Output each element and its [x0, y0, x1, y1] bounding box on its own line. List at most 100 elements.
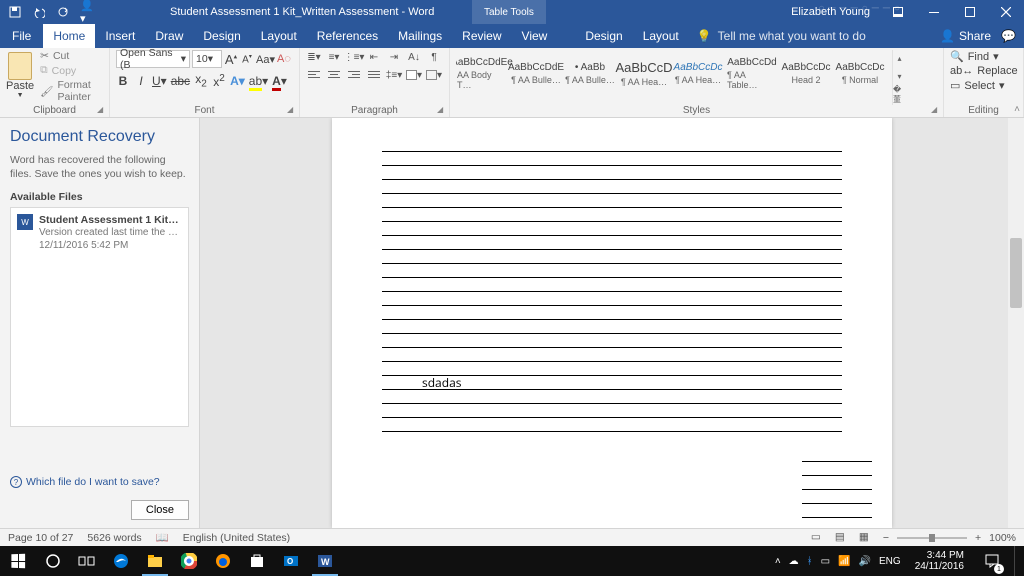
- input-language[interactable]: ENG: [879, 556, 901, 567]
- paste-button[interactable]: Paste ▼: [6, 50, 34, 99]
- word-icon[interactable]: W: [308, 546, 342, 576]
- tab-view[interactable]: View: [512, 24, 558, 48]
- bullets-icon[interactable]: ≣▾: [306, 50, 322, 64]
- comments-icon[interactable]: 💬: [1001, 29, 1016, 43]
- align-right-icon[interactable]: [346, 68, 362, 82]
- tab-draw[interactable]: Draw: [145, 24, 193, 48]
- styles-up-icon[interactable]: ▴: [893, 50, 906, 68]
- paragraph-launcher-icon[interactable]: ◢: [437, 105, 447, 115]
- scrollbar-thumb[interactable]: [1010, 238, 1022, 308]
- numbering-icon[interactable]: ≡▾: [326, 50, 342, 64]
- ribbon-display-icon[interactable]: [880, 0, 916, 24]
- change-case-icon[interactable]: Aa▾: [256, 53, 275, 66]
- font-name-combo[interactable]: Open Sans (B▾: [116, 50, 190, 68]
- subscript-button[interactable]: x2: [194, 72, 208, 89]
- maximize-icon[interactable]: [952, 0, 988, 24]
- wifi-icon[interactable]: 📶: [838, 556, 850, 567]
- tab-mailings[interactable]: Mailings: [388, 24, 452, 48]
- typed-text[interactable]: sdadas: [422, 374, 461, 391]
- file-explorer-icon[interactable]: [138, 546, 172, 576]
- tray-expand-icon[interactable]: ˄: [775, 556, 781, 567]
- show-marks-icon[interactable]: ¶: [426, 50, 442, 64]
- tab-table-layout[interactable]: Layout: [633, 24, 689, 48]
- align-center-icon[interactable]: [326, 68, 342, 82]
- font-size-combo[interactable]: 10▾: [192, 50, 222, 68]
- tab-design[interactable]: Design: [193, 24, 250, 48]
- underline-button[interactable]: U▾: [152, 74, 167, 88]
- styles-launcher-icon[interactable]: ◢: [931, 105, 941, 115]
- save-icon[interactable]: [8, 5, 22, 19]
- cut-button[interactable]: ✂ Cut: [40, 50, 103, 62]
- user-icon[interactable]: 👤▾: [80, 5, 94, 19]
- read-mode-icon[interactable]: ▭: [811, 531, 827, 545]
- redo-icon[interactable]: [56, 5, 70, 19]
- store-icon[interactable]: [240, 546, 274, 576]
- zoom-out-button[interactable]: −: [883, 532, 889, 544]
- tab-file[interactable]: File: [0, 24, 43, 48]
- italic-button[interactable]: I: [134, 74, 148, 88]
- start-button[interactable]: [0, 546, 36, 576]
- justify-icon[interactable]: [366, 68, 382, 82]
- zoom-slider[interactable]: [897, 537, 967, 539]
- tab-review[interactable]: Review: [452, 24, 511, 48]
- collapse-ribbon-icon[interactable]: ˄: [1014, 104, 1020, 115]
- status-language[interactable]: English (United States): [183, 532, 290, 544]
- web-layout-icon[interactable]: ▦: [859, 531, 875, 545]
- highlight-icon[interactable]: ab▾: [249, 74, 268, 88]
- shrink-font-icon[interactable]: A▾: [240, 53, 254, 65]
- recovery-close-button[interactable]: Close: [131, 500, 189, 520]
- minimize-icon[interactable]: [916, 0, 952, 24]
- print-layout-icon[interactable]: ▤: [835, 531, 851, 545]
- style-tile[interactable]: AaBbCcDdE¶ AA Bulle…: [510, 50, 562, 96]
- increase-indent-icon[interactable]: ⇥: [386, 50, 402, 64]
- clipboard-launcher-icon[interactable]: ◢: [97, 105, 107, 115]
- which-file-help-link[interactable]: ? Which file do I want to save?: [10, 476, 160, 488]
- firefox-icon[interactable]: [206, 546, 240, 576]
- tab-insert[interactable]: Insert: [95, 24, 145, 48]
- styles-expand-icon[interactable]: �董: [893, 85, 906, 105]
- shading-icon[interactable]: ▾: [406, 68, 422, 82]
- font-launcher-icon[interactable]: ◢: [287, 105, 297, 115]
- clear-format-icon[interactable]: A◌: [277, 53, 291, 65]
- outlook-icon[interactable]: O: [274, 546, 308, 576]
- status-words[interactable]: 5626 words: [87, 532, 141, 544]
- style-tile[interactable]: AaBbCcDcHead 2: [780, 50, 832, 96]
- select-button[interactable]: ▭ Select ▾: [950, 79, 1017, 92]
- font-color-icon[interactable]: A▾: [272, 74, 287, 88]
- tab-home[interactable]: Home: [43, 24, 95, 48]
- bold-button[interactable]: B: [116, 74, 130, 88]
- status-page[interactable]: Page 10 of 27: [8, 532, 73, 544]
- style-tile[interactable]: AaBbCcDc¶ Normal: [834, 50, 886, 96]
- taskbar-clock[interactable]: 3:44 PM24/11/2016: [909, 550, 970, 572]
- status-spellcheck-icon[interactable]: 📖: [156, 531, 169, 544]
- multilevel-icon[interactable]: ⋮≡▾: [346, 50, 362, 64]
- tab-table-design[interactable]: Design: [575, 24, 632, 48]
- document-page[interactable]: sdadas: [332, 118, 892, 528]
- document-viewport[interactable]: sdadas: [200, 118, 1024, 528]
- styles-gallery[interactable]: AaBbCcDdEeAA Body T…AaBbCcDdE¶ AA Bulle……: [456, 50, 886, 105]
- style-tile[interactable]: AaBbCcDc¶ AA Hea…: [672, 50, 724, 96]
- zoom-in-button[interactable]: +: [975, 532, 981, 544]
- show-desktop-button[interactable]: [1014, 546, 1020, 576]
- replace-button[interactable]: ab↔ Replace: [950, 65, 1017, 77]
- style-tile[interactable]: AaBbCcD¶ AA Hea…: [618, 50, 670, 96]
- find-button[interactable]: 🔍 Find ▾: [950, 50, 1017, 63]
- undo-icon[interactable]: [32, 5, 46, 19]
- zoom-level[interactable]: 100%: [989, 532, 1016, 544]
- onedrive-icon[interactable]: ☁: [789, 556, 799, 567]
- line-spacing-icon[interactable]: ‡≡▾: [386, 68, 402, 82]
- action-center-icon[interactable]: 1: [978, 546, 1006, 576]
- align-left-icon[interactable]: [306, 68, 322, 82]
- strike-button[interactable]: abc: [171, 74, 190, 88]
- bluetooth-icon[interactable]: ᚼ: [807, 556, 813, 567]
- recovered-file-item[interactable]: W Student Assessment 1 Kit… Version crea…: [15, 212, 184, 254]
- grow-font-icon[interactable]: A▴: [224, 52, 238, 67]
- text-effects-icon[interactable]: A▾: [230, 74, 245, 88]
- sort-icon[interactable]: A↓: [406, 50, 422, 64]
- tab-references[interactable]: References: [307, 24, 388, 48]
- edge-icon[interactable]: [104, 546, 138, 576]
- styles-down-icon[interactable]: ▾: [893, 68, 906, 86]
- volume-icon[interactable]: 🔊: [859, 556, 871, 567]
- chrome-icon[interactable]: [172, 546, 206, 576]
- style-tile[interactable]: AaBbCcDdEeAA Body T…: [456, 50, 508, 96]
